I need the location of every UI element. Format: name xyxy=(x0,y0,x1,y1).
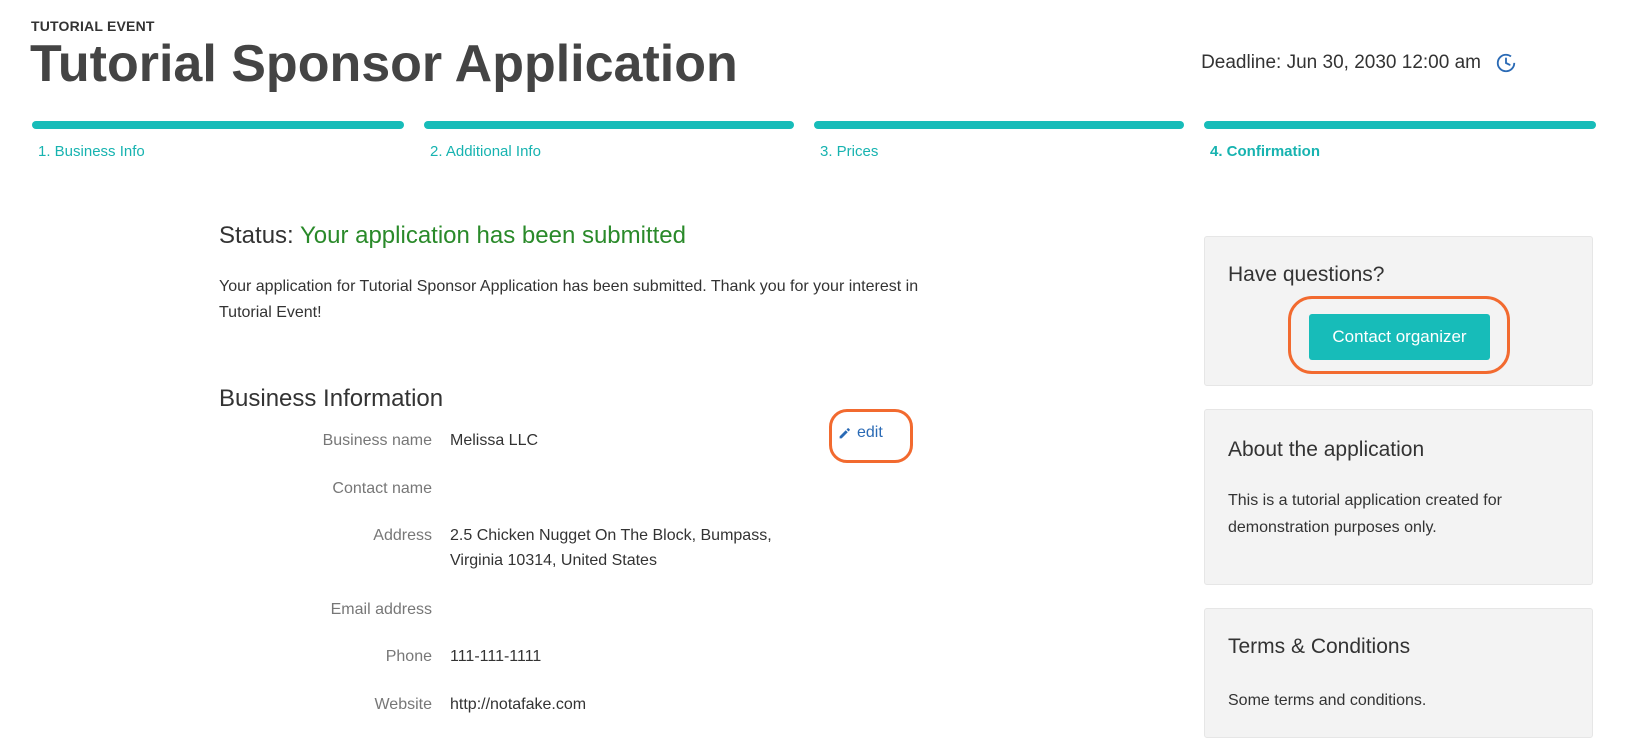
terms-title: Terms & Conditions xyxy=(1228,635,1411,658)
status-label: Status: xyxy=(219,222,294,249)
clock-icon xyxy=(1496,53,1516,73)
step-label: 4. Confirmation xyxy=(1210,143,1321,160)
info-label: Website xyxy=(374,696,432,713)
info-label: Phone xyxy=(385,648,432,665)
website-link[interactable]: http://notafake.com xyxy=(450,692,850,717)
step-confirmation[interactable]: 4. Confirmation xyxy=(1204,121,1596,161)
step-label: 1. Business Info xyxy=(38,143,145,160)
progress-steps: 1. Business Info 2. Additional Info 3. P… xyxy=(32,121,1596,161)
info-value: 2.5 Chicken Nugget On The Block, Bumpass… xyxy=(450,527,772,569)
info-label: Email address xyxy=(330,601,432,618)
terms-text: Some terms and conditions. xyxy=(1228,692,1427,709)
info-label: Business name xyxy=(322,432,432,449)
deadline: Deadline: Jun 30, 2030 12:00 am xyxy=(1201,52,1517,74)
info-value: 111-111-1111 xyxy=(450,648,542,665)
terms-card: Terms & Conditions Some terms and condit… xyxy=(1204,608,1593,738)
step-label: 2. Additional Info xyxy=(430,143,541,160)
deadline-text: Deadline: Jun 30, 2030 12:00 am xyxy=(1201,52,1481,73)
contact-organizer-button[interactable]: Contact organizer xyxy=(1309,314,1490,360)
info-value: Melissa LLC xyxy=(450,432,539,449)
about-title: About the application xyxy=(1228,438,1425,461)
status-heading: Status: Your application has been submit… xyxy=(219,222,686,250)
questions-title: Have questions? xyxy=(1228,263,1385,286)
about-card: About the application This is a tutorial… xyxy=(1204,409,1593,585)
about-text: This is a tutorial application created f… xyxy=(1228,492,1502,536)
business-info-title: Business Information xyxy=(219,385,444,412)
step-additional-info[interactable]: 2. Additional Info xyxy=(424,121,794,161)
step-business-info[interactable]: 1. Business Info xyxy=(32,121,404,161)
step-bar xyxy=(814,121,1184,129)
info-label: Address xyxy=(373,527,432,544)
edit-label: edit xyxy=(857,424,883,441)
info-label: Contact name xyxy=(332,480,432,497)
event-label: TUTORIAL EVENT xyxy=(31,18,155,34)
step-bar xyxy=(424,121,794,129)
step-label: 3. Prices xyxy=(820,143,879,160)
step-prices[interactable]: 3. Prices xyxy=(814,121,1184,161)
page-title: Tutorial Sponsor Application xyxy=(30,35,738,93)
step-bar xyxy=(32,121,404,129)
status-value: Your application has been submitted xyxy=(299,222,687,249)
questions-card: Have questions? xyxy=(1204,236,1593,386)
step-bar xyxy=(1204,121,1596,129)
status-message: Your application for Tutorial Sponsor Ap… xyxy=(219,278,919,321)
